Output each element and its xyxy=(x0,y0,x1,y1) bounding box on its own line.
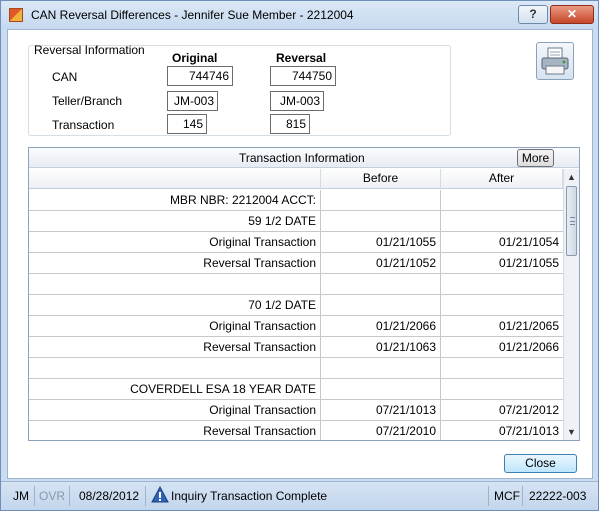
printer-icon xyxy=(541,47,569,75)
status-user: JM xyxy=(13,489,29,503)
transaction-info-grid: Transaction Information More Before Afte… xyxy=(28,147,580,441)
row-description xyxy=(29,274,321,294)
column-header-description[interactable] xyxy=(29,169,321,189)
close-button[interactable]: Close xyxy=(504,454,577,473)
row-before: 07/21/2010 xyxy=(321,421,441,440)
row-description: COVERDELL ESA 18 YEAR DATE xyxy=(29,379,321,399)
column-header-before[interactable]: Before xyxy=(321,169,441,189)
status-ovr: OVR xyxy=(39,489,66,503)
status-system: MCF xyxy=(494,489,520,503)
more-button[interactable]: More xyxy=(517,149,554,167)
row-before: 01/21/1063 xyxy=(321,337,441,357)
row-before xyxy=(321,274,441,294)
row-after xyxy=(441,190,563,210)
status-session: 22222-003 xyxy=(529,489,587,503)
table-row[interactable]: Reversal Transaction 01/21/1052 01/21/10… xyxy=(29,253,563,274)
transaction-original-value: 145 xyxy=(167,114,207,134)
teller-branch-label: Teller/Branch xyxy=(52,94,123,108)
row-description: Reversal Transaction xyxy=(29,337,321,357)
title-bar[interactable]: CAN Reversal Differences - Jennifer Sue … xyxy=(1,1,598,29)
row-description: MBR NBR: 2212004 ACCT: xyxy=(29,190,321,210)
row-before: 01/21/2066 xyxy=(321,316,441,336)
row-before: 01/21/1052 xyxy=(321,253,441,273)
scroll-down-arrow-icon[interactable]: ▼ xyxy=(564,424,579,440)
row-after xyxy=(441,211,563,231)
row-before xyxy=(321,379,441,399)
row-description: Original Transaction xyxy=(29,400,321,420)
scroll-up-arrow-icon[interactable]: ▲ xyxy=(564,169,579,185)
table-row[interactable]: MBR NBR: 2212004 ACCT: xyxy=(29,190,563,211)
row-before xyxy=(321,358,441,378)
row-description xyxy=(29,358,321,378)
row-after: 01/21/1054 xyxy=(498,235,559,249)
close-window-button[interactable]: ✕ xyxy=(550,5,594,24)
row-description: Reversal Transaction xyxy=(29,421,321,440)
table-row[interactable] xyxy=(29,358,563,379)
table-row[interactable]: COVERDELL ESA 18 YEAR DATE xyxy=(29,379,563,400)
transaction-label: Transaction xyxy=(52,118,115,132)
table-row[interactable]: Reversal Transaction 07/21/2010 07/21/10… xyxy=(29,421,563,440)
reversal-info-label: Reversal Information xyxy=(34,43,145,57)
row-before: 01/21/1055 xyxy=(321,232,441,252)
row-after: 01/21/1055 xyxy=(498,256,559,270)
reversal-column-header: Reversal xyxy=(276,51,327,65)
app-icon xyxy=(9,8,23,22)
window-title: CAN Reversal Differences - Jennifer Sue … xyxy=(31,8,354,22)
grid-caption: Transaction Information More xyxy=(29,148,579,168)
table-row[interactable] xyxy=(29,274,563,295)
row-description: 59 1/2 DATE xyxy=(29,211,321,231)
info-icon xyxy=(151,486,169,503)
row-after xyxy=(441,358,563,378)
table-row[interactable]: Original Transaction 07/21/1013 07/21/20… xyxy=(29,400,563,421)
row-description: Original Transaction xyxy=(29,232,321,252)
row-after: 01/21/2066 xyxy=(498,340,559,354)
help-button[interactable]: ? xyxy=(518,5,548,24)
status-bar: JM OVR 08/28/2012 Inquiry Transaction Co… xyxy=(1,481,598,510)
row-before xyxy=(321,190,441,210)
can-label: CAN xyxy=(52,70,78,84)
row-after: 01/21/2065 xyxy=(498,319,559,333)
status-message: Inquiry Transaction Complete xyxy=(171,489,328,503)
table-row[interactable]: Reversal Transaction 01/21/1063 01/21/20… xyxy=(29,337,563,358)
dialog-window: CAN Reversal Differences - Jennifer Sue … xyxy=(0,0,599,511)
table-row[interactable]: Original Transaction 01/21/2066 01/21/20… xyxy=(29,316,563,337)
scroll-thumb[interactable] xyxy=(566,186,577,256)
print-button[interactable] xyxy=(536,42,574,80)
table-row[interactable]: 59 1/2 DATE xyxy=(29,211,563,232)
vertical-scrollbar[interactable]: ▲ ▼ xyxy=(563,169,579,440)
row-after: 07/21/2012 xyxy=(498,403,559,417)
row-before xyxy=(321,295,441,315)
transaction-reversal-value: 815 xyxy=(270,114,310,134)
original-column-header: Original xyxy=(172,51,218,65)
row-after: 07/21/1013 xyxy=(498,424,559,438)
row-description: Reversal Transaction xyxy=(29,253,321,273)
row-after xyxy=(441,274,563,294)
row-after xyxy=(441,295,563,315)
can-original-value: 744746 xyxy=(167,66,233,86)
teller-reversal-value: JM-003 xyxy=(270,91,324,111)
row-after xyxy=(441,379,563,399)
column-header-after[interactable]: After xyxy=(441,169,563,189)
teller-original-value: JM-003 xyxy=(167,91,218,111)
row-before: 07/21/1013 xyxy=(321,400,441,420)
can-reversal-value: 744750 xyxy=(270,66,336,86)
table-row[interactable]: 70 1/2 DATE xyxy=(29,295,563,316)
grid-caption-label: Transaction Information xyxy=(239,151,365,165)
row-description: Original Transaction xyxy=(29,316,321,336)
row-before xyxy=(321,211,441,231)
row-description: 70 1/2 DATE xyxy=(29,295,321,315)
table-row[interactable]: Original Transaction 01/21/1055 01/21/10… xyxy=(29,232,563,253)
dialog-content: Reversal Information Original Reversal C… xyxy=(7,29,593,479)
status-date: 08/28/2012 xyxy=(79,489,140,503)
